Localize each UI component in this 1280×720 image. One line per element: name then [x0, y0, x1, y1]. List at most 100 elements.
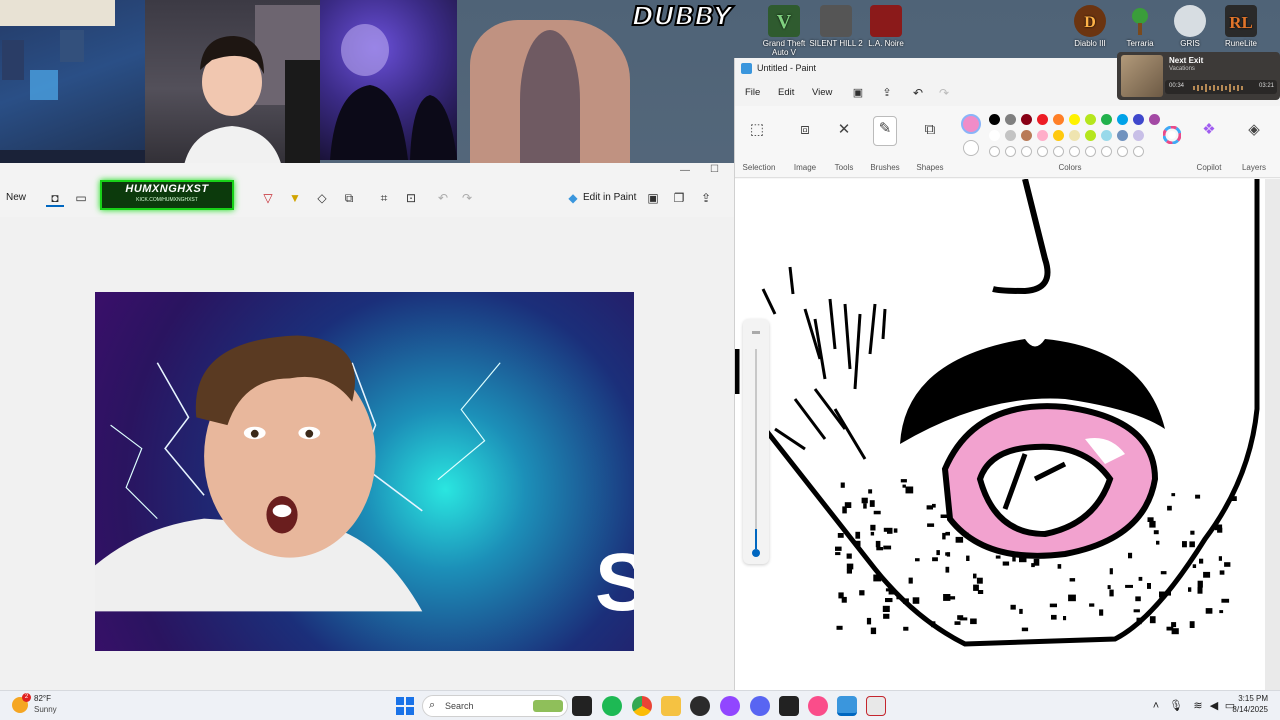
- edit-in-paint-button[interactable]: Edit in Paint: [583, 187, 636, 209]
- paint-window: Untitled - Paint File Edit View ▣ ⇪ ↶ ↷ …: [734, 58, 1280, 690]
- ballpoint-pen-icon[interactable]: ▽: [259, 189, 277, 207]
- stubble-dot: [943, 594, 951, 601]
- color-swatch[interactable]: [1069, 130, 1080, 141]
- secondary-color-swatch[interactable]: [963, 140, 979, 156]
- empty-color-swatch[interactable]: [1085, 146, 1096, 157]
- color-swatch[interactable]: [1053, 114, 1064, 125]
- empty-color-swatch[interactable]: [1037, 146, 1048, 157]
- color-swatch[interactable]: [1117, 114, 1128, 125]
- active-color-swatch[interactable]: [961, 114, 981, 134]
- selection-group[interactable]: ⬚ Selection: [735, 106, 783, 178]
- brushes-group[interactable]: ✎ Brushes: [867, 106, 903, 178]
- shapes-icon[interactable]: ⧉: [340, 189, 358, 207]
- copilot-group[interactable]: ❖ Copilot: [1191, 106, 1227, 178]
- layers-group[interactable]: ◈ Layers: [1237, 106, 1271, 178]
- empty-color-swatch[interactable]: [1021, 146, 1032, 157]
- empty-color-swatch[interactable]: [1101, 146, 1112, 157]
- paint-taskbar-icon[interactable]: [837, 696, 857, 716]
- desktop-icon-runelite[interactable]: RL RuneLite: [1211, 5, 1271, 48]
- task-view-icon[interactable]: [572, 696, 592, 716]
- color-swatch[interactable]: [1037, 114, 1048, 125]
- crop-icon[interactable]: ⌗: [375, 189, 393, 207]
- tools-group[interactable]: ✕ Tools: [827, 106, 861, 178]
- volume-icon[interactable]: ◀: [1206, 698, 1222, 714]
- redo-icon[interactable]: ↷: [935, 84, 953, 102]
- color-swatch[interactable]: [1133, 114, 1144, 125]
- color-swatch[interactable]: [1101, 114, 1112, 125]
- file-explorer-icon[interactable]: [661, 696, 681, 716]
- color-swatch[interactable]: [989, 130, 1000, 141]
- terminal-icon[interactable]: [779, 696, 799, 716]
- music-icon[interactable]: [808, 696, 828, 716]
- time-current: 00:34: [1169, 83, 1185, 89]
- color-picker-wheel-icon[interactable]: [1163, 126, 1181, 144]
- menu-file[interactable]: File: [745, 87, 760, 98]
- empty-color-swatch[interactable]: [1069, 146, 1080, 157]
- layers-icon: ◈: [1248, 121, 1260, 138]
- empty-color-swatch[interactable]: [1117, 146, 1128, 157]
- windows-start-icon[interactable]: [396, 697, 414, 715]
- highlighter-icon[interactable]: ▼: [286, 189, 304, 207]
- color-swatch[interactable]: [1101, 130, 1112, 141]
- undo-icon[interactable]: ↶: [909, 84, 927, 102]
- video-icon[interactable]: ▭: [72, 189, 90, 207]
- empty-color-swatch[interactable]: [1053, 146, 1064, 157]
- chevron-up-icon[interactable]: ˄: [1148, 698, 1164, 714]
- undo-icon[interactable]: ↶: [434, 189, 452, 207]
- brush-size-slider[interactable]: [743, 319, 769, 564]
- save-icon[interactable]: ▣: [849, 84, 867, 102]
- discord-icon[interactable]: [750, 696, 770, 716]
- weather-temperature[interactable]: 82°F: [34, 694, 51, 703]
- weather-condition[interactable]: Sunny: [34, 705, 57, 714]
- redo-icon[interactable]: ↷: [458, 189, 476, 207]
- eraser-icon[interactable]: ◇: [313, 189, 331, 207]
- share-icon[interactable]: ⇪: [878, 84, 896, 102]
- microphone-icon[interactable]: 🎙: [1168, 698, 1184, 714]
- color-swatch[interactable]: [1133, 130, 1144, 141]
- media-player-flyout[interactable]: Next Exit Vacations 00:34 03:21: [1117, 52, 1280, 100]
- color-swatch[interactable]: [1037, 130, 1048, 141]
- snipping-tool-icon[interactable]: [866, 696, 886, 716]
- empty-color-swatch[interactable]: [989, 146, 1000, 157]
- empty-color-swatch[interactable]: [1133, 146, 1144, 157]
- color-swatch[interactable]: [1069, 114, 1080, 125]
- color-swatch[interactable]: [1021, 130, 1032, 141]
- chrome-icon[interactable]: [632, 696, 652, 716]
- clock-time[interactable]: 3:15 PM: [1238, 694, 1268, 703]
- desktop-icon-la-noire[interactable]: L.A. Noire: [856, 5, 916, 48]
- color-swatch[interactable]: [1117, 130, 1128, 141]
- copilot-icon: ❖: [1202, 121, 1216, 138]
- new-snip-button[interactable]: New: [6, 187, 26, 209]
- shapes-group[interactable]: ⧉ Shapes: [911, 106, 949, 178]
- shapes-label: Shapes: [916, 163, 944, 172]
- color-swatch[interactable]: [1053, 130, 1064, 141]
- desktop-icon-gta[interactable]: V Grand Theft Auto V: [754, 5, 814, 57]
- save-icon[interactable]: ▣: [644, 189, 662, 207]
- spotify-icon[interactable]: [602, 696, 622, 716]
- text-actions-icon[interactable]: ⊡: [402, 189, 420, 207]
- color-swatch[interactable]: [1005, 130, 1016, 141]
- color-swatch[interactable]: [1085, 114, 1096, 125]
- camera-icon[interactable]: ◘: [46, 189, 64, 207]
- taskbar-search-box[interactable]: ⌕ Search: [422, 695, 568, 717]
- stubble-dot: [1189, 541, 1195, 548]
- empty-color-swatch[interactable]: [1005, 146, 1016, 157]
- color-swatch[interactable]: [1021, 114, 1032, 125]
- share-icon[interactable]: ⇪: [697, 189, 715, 207]
- menu-view[interactable]: View: [812, 87, 832, 98]
- color-swatch[interactable]: [1149, 114, 1160, 125]
- copy-icon[interactable]: ❐: [670, 189, 688, 207]
- color-swatch[interactable]: [1085, 130, 1096, 141]
- paint-canvas[interactable]: [735, 179, 1265, 690]
- maximize-icon[interactable]: ☐: [710, 164, 719, 175]
- slider-thumb[interactable]: [752, 549, 760, 557]
- clock-date[interactable]: 8/14/2025: [1232, 705, 1268, 714]
- color-swatch[interactable]: [989, 114, 1000, 125]
- image-group[interactable]: ⧈ Image: [785, 106, 825, 178]
- menu-edit[interactable]: Edit: [778, 87, 794, 98]
- minimize-icon[interactable]: —: [680, 165, 690, 176]
- github-icon[interactable]: [690, 696, 710, 716]
- wifi-icon[interactable]: ≋: [1190, 698, 1206, 714]
- obs-icon[interactable]: [720, 696, 740, 716]
- color-swatch[interactable]: [1005, 114, 1016, 125]
